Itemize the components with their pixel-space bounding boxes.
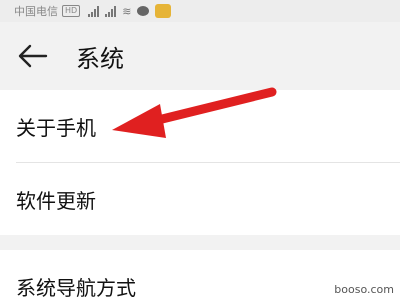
status-icons: ≋	[88, 4, 172, 18]
settings-item-software-update[interactable]: 软件更新	[0, 163, 400, 235]
settings-item-label: 系统导航方式	[16, 275, 136, 300]
settings-group: 关于手机 软件更新	[0, 90, 400, 235]
page-title: 系统	[76, 44, 124, 73]
app-notification-icon	[155, 4, 172, 18]
wifi-icon: ≋	[122, 4, 132, 18]
back-button[interactable]	[16, 39, 50, 73]
header: 系统	[0, 22, 400, 90]
settings-item-about-phone[interactable]: 关于手机	[0, 90, 400, 162]
status-bar: 中国电信 HD ≋	[0, 0, 400, 22]
signal-icon	[105, 5, 117, 17]
settings-item-label: 软件更新	[16, 188, 96, 213]
arrow-left-icon	[18, 44, 48, 68]
chat-icon	[137, 6, 150, 16]
carrier-label: 中国电信	[14, 5, 58, 18]
watermark-text: booso.com	[334, 283, 394, 296]
signal-icon	[88, 5, 100, 17]
settings-item-label: 关于手机	[16, 115, 96, 140]
hd-badge: HD	[62, 5, 81, 17]
